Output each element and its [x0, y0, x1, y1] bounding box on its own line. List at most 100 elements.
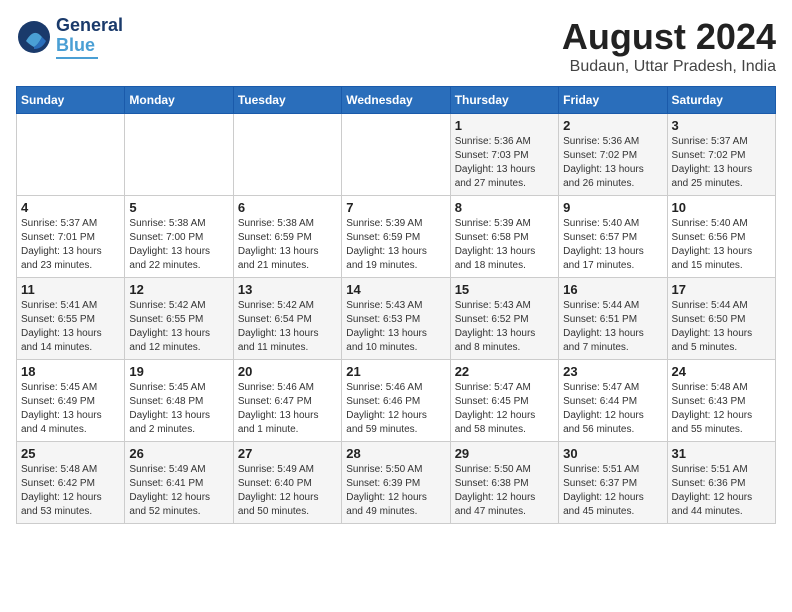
day-info: Sunrise: 5:46 AM Sunset: 6:46 PM Dayligh… [346, 381, 445, 437]
logo-text-blue: Blue [56, 36, 123, 56]
logo: General Blue [16, 16, 123, 59]
calendar-cell: 3Sunrise: 5:37 AM Sunset: 7:02 PM Daylig… [667, 114, 775, 196]
weekday-header-tuesday: Tuesday [233, 87, 341, 114]
calendar-cell: 10 Sunrise: 5:40 AM Sunset: 6:56 PM Dayli… [667, 196, 775, 278]
calendar-cell: 28 Sunrise: 5:50 AM Sunset: 6:39 PM Dayli… [342, 442, 450, 524]
calendar-cell: 11 Sunrise: 5:41 AM Sunset: 6:55 PM Dayli… [17, 278, 125, 360]
day-number: 19 [129, 364, 228, 379]
day-number: 16 [563, 282, 662, 297]
calendar-cell [233, 114, 341, 196]
week-row-1: 4 Sunrise: 5:37 AM Sunset: 7:01 PM Daylig… [17, 196, 776, 278]
calendar-cell: 26 Sunrise: 5:49 AM Sunset: 6:41 PM Dayli… [125, 442, 233, 524]
calendar-cell: 12 Sunrise: 5:42 AM Sunset: 6:55 PM Dayli… [125, 278, 233, 360]
calendar-cell: 15Sunrise: 5:43 AM Sunset: 6:52 PM Dayli… [450, 278, 558, 360]
logo-text-general: General [56, 16, 123, 36]
weekday-header-friday: Friday [559, 87, 667, 114]
day-info: Sunrise: 5:40 AM Sunset: 6:56 PM Dayligh… [672, 217, 771, 273]
day-number: 17 [672, 282, 771, 297]
day-number: 31 [672, 446, 771, 461]
calendar-cell: 29 Sunrise: 5:50 AM Sunset: 6:38 PM Dayli… [450, 442, 558, 524]
day-info: Sunrise: 5:49 AM Sunset: 6:41 PM Dayligh… [129, 463, 228, 519]
day-number: 21 [346, 364, 445, 379]
day-number: 6 [238, 200, 337, 215]
week-row-4: 25Sunrise: 5:48 AM Sunset: 6:42 PM Dayli… [17, 442, 776, 524]
calendar-table: SundayMondayTuesdayWednesdayThursdayFrid… [16, 86, 776, 524]
day-number: 27 [238, 446, 337, 461]
day-info: Sunrise: 5:42 AM Sunset: 6:54 PM Dayligh… [238, 299, 337, 355]
day-number: 13 [238, 282, 337, 297]
calendar-cell: 14 Sunrise: 5:43 AM Sunset: 6:53 PM Dayli… [342, 278, 450, 360]
calendar-cell: 2 Sunrise: 5:36 AM Sunset: 7:02 PM Daylig… [559, 114, 667, 196]
calendar-cell: 16 Sunrise: 5:44 AM Sunset: 6:51 PM Dayli… [559, 278, 667, 360]
day-info: Sunrise: 5:51 AM Sunset: 6:37 PM Dayligh… [563, 463, 662, 519]
day-number: 25 [21, 446, 120, 461]
calendar-cell: 13 Sunrise: 5:42 AM Sunset: 6:54 PM Dayli… [233, 278, 341, 360]
calendar-cell: 30 Sunrise: 5:51 AM Sunset: 6:37 PM Dayli… [559, 442, 667, 524]
day-number: 4 [21, 200, 120, 215]
calendar-cell: 24 Sunrise: 5:48 AM Sunset: 6:43 PM Dayli… [667, 360, 775, 442]
calendar-cell: 18Sunrise: 5:45 AM Sunset: 6:49 PM Dayli… [17, 360, 125, 442]
day-info: Sunrise: 5:48 AM Sunset: 6:43 PM Dayligh… [672, 381, 771, 437]
day-info: Sunrise: 5:44 AM Sunset: 6:51 PM Dayligh… [563, 299, 662, 355]
calendar-cell: 23 Sunrise: 5:47 AM Sunset: 6:44 PM Dayli… [559, 360, 667, 442]
day-info: Sunrise: 5:50 AM Sunset: 6:39 PM Dayligh… [346, 463, 445, 519]
day-info: Sunrise: 5:40 AM Sunset: 6:57 PM Dayligh… [563, 217, 662, 273]
day-number: 14 [346, 282, 445, 297]
day-number: 26 [129, 446, 228, 461]
calendar-cell: 1 Sunrise: 5:36 AM Sunset: 7:03 PM Daylig… [450, 114, 558, 196]
day-info: Sunrise: 5:38 AM Sunset: 6:59 PM Dayligh… [238, 217, 337, 273]
calendar-cell: 6 Sunrise: 5:38 AM Sunset: 6:59 PM Daylig… [233, 196, 341, 278]
day-number: 28 [346, 446, 445, 461]
logo-icon [16, 19, 52, 55]
title-area: August 2024 Budaun, Uttar Pradesh, India [562, 16, 776, 76]
day-info: Sunrise: 5:38 AM Sunset: 7:00 PM Dayligh… [129, 217, 228, 273]
calendar-cell: 7Sunrise: 5:39 AM Sunset: 6:59 PM Daylig… [342, 196, 450, 278]
day-info: Sunrise: 5:43 AM Sunset: 6:53 PM Dayligh… [346, 299, 445, 355]
day-info: Sunrise: 5:36 AM Sunset: 7:02 PM Dayligh… [563, 135, 662, 191]
day-info: Sunrise: 5:46 AM Sunset: 6:47 PM Dayligh… [238, 381, 337, 437]
calendar-cell: 17Sunrise: 5:44 AM Sunset: 6:50 PM Dayli… [667, 278, 775, 360]
day-info: Sunrise: 5:36 AM Sunset: 7:03 PM Dayligh… [455, 135, 554, 191]
day-number: 8 [455, 200, 554, 215]
day-number: 15 [455, 282, 554, 297]
weekday-header-sunday: Sunday [17, 87, 125, 114]
day-info: Sunrise: 5:45 AM Sunset: 6:49 PM Dayligh… [21, 381, 120, 437]
calendar-body: 1 Sunrise: 5:36 AM Sunset: 7:03 PM Daylig… [17, 114, 776, 524]
day-number: 5 [129, 200, 228, 215]
day-info: Sunrise: 5:47 AM Sunset: 6:44 PM Dayligh… [563, 381, 662, 437]
week-row-2: 11 Sunrise: 5:41 AM Sunset: 6:55 PM Dayli… [17, 278, 776, 360]
day-number: 23 [563, 364, 662, 379]
calendar-cell: 5 Sunrise: 5:38 AM Sunset: 7:00 PM Daylig… [125, 196, 233, 278]
day-number: 22 [455, 364, 554, 379]
weekday-header-thursday: Thursday [450, 87, 558, 114]
calendar-cell [17, 114, 125, 196]
day-number: 29 [455, 446, 554, 461]
month-year: August 2024 [562, 16, 776, 58]
day-info: Sunrise: 5:45 AM Sunset: 6:48 PM Dayligh… [129, 381, 228, 437]
day-info: Sunrise: 5:49 AM Sunset: 6:40 PM Dayligh… [238, 463, 337, 519]
calendar-cell [342, 114, 450, 196]
weekday-header-saturday: Saturday [667, 87, 775, 114]
day-info: Sunrise: 5:41 AM Sunset: 6:55 PM Dayligh… [21, 299, 120, 355]
header: General Blue August 2024 Budaun, Uttar P… [16, 16, 776, 76]
calendar-cell [125, 114, 233, 196]
calendar-cell: 22Sunrise: 5:47 AM Sunset: 6:45 PM Dayli… [450, 360, 558, 442]
weekday-header-wednesday: Wednesday [342, 87, 450, 114]
day-info: Sunrise: 5:42 AM Sunset: 6:55 PM Dayligh… [129, 299, 228, 355]
day-number: 2 [563, 118, 662, 133]
day-number: 12 [129, 282, 228, 297]
day-number: 1 [455, 118, 554, 133]
calendar-cell: 25Sunrise: 5:48 AM Sunset: 6:42 PM Dayli… [17, 442, 125, 524]
calendar-cell: 20 Sunrise: 5:46 AM Sunset: 6:47 PM Dayli… [233, 360, 341, 442]
day-number: 11 [21, 282, 120, 297]
day-number: 20 [238, 364, 337, 379]
day-info: Sunrise: 5:50 AM Sunset: 6:38 PM Dayligh… [455, 463, 554, 519]
day-number: 24 [672, 364, 771, 379]
weekday-header-row: SundayMondayTuesdayWednesdayThursdayFrid… [17, 87, 776, 114]
calendar-cell: 19 Sunrise: 5:45 AM Sunset: 6:48 PM Dayli… [125, 360, 233, 442]
day-info: Sunrise: 5:37 AM Sunset: 7:01 PM Dayligh… [21, 217, 120, 273]
calendar-cell: 4 Sunrise: 5:37 AM Sunset: 7:01 PM Daylig… [17, 196, 125, 278]
day-number: 10 [672, 200, 771, 215]
day-number: 30 [563, 446, 662, 461]
day-number: 9 [563, 200, 662, 215]
